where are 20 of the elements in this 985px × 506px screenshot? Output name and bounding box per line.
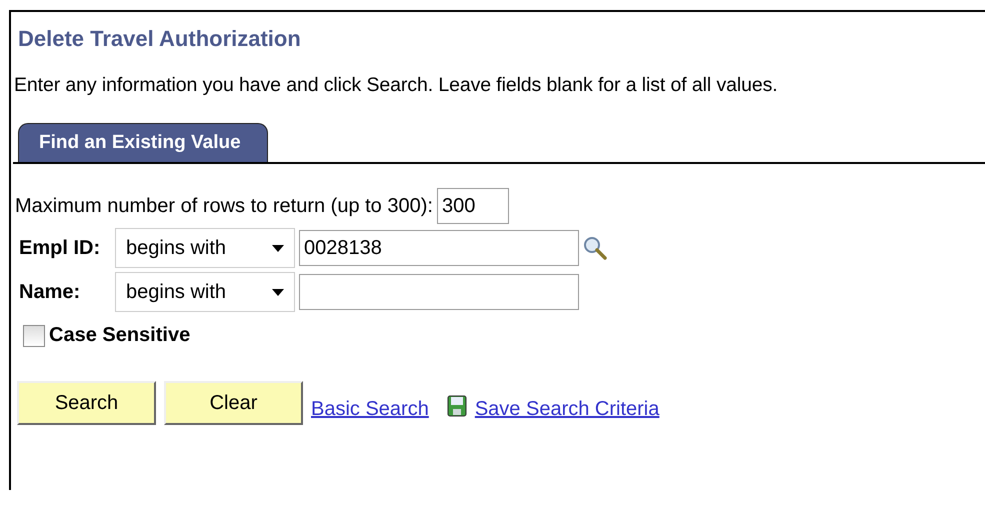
action-button[interactable]: Clear (164, 381, 303, 425)
input-field[interactable]: 0028138 (299, 230, 579, 266)
caret-icon (272, 244, 284, 252)
operator-dropdown[interactable]: begins with (115, 228, 295, 268)
link[interactable]: Basic Search (311, 398, 429, 420)
tab[interactable]: Find an Existing Value (18, 123, 268, 162)
checkbox-label: Case Sensitive (49, 324, 190, 347)
checkbox[interactable] (23, 324, 45, 346)
field-label: Empl ID: (18, 236, 102, 260)
operator-dropdown[interactable]: begins with (115, 272, 295, 312)
field-label: Name: (18, 280, 82, 304)
page-title: Delete Travel Authorization (17, 25, 301, 52)
search-icon[interactable] (583, 236, 607, 260)
instructions: Enter any information you have and click Search. Leave fields blank for a list of all values. (13, 74, 778, 97)
caret-icon (272, 288, 284, 296)
input-field[interactable] (299, 274, 579, 310)
link[interactable]: Save Search Criteria (474, 398, 660, 420)
max-rows-field[interactable]: 300 (436, 188, 509, 224)
action-button[interactable]: Search (17, 381, 156, 425)
field-label: Maximum number of rows to return (up to 300): (15, 194, 433, 218)
